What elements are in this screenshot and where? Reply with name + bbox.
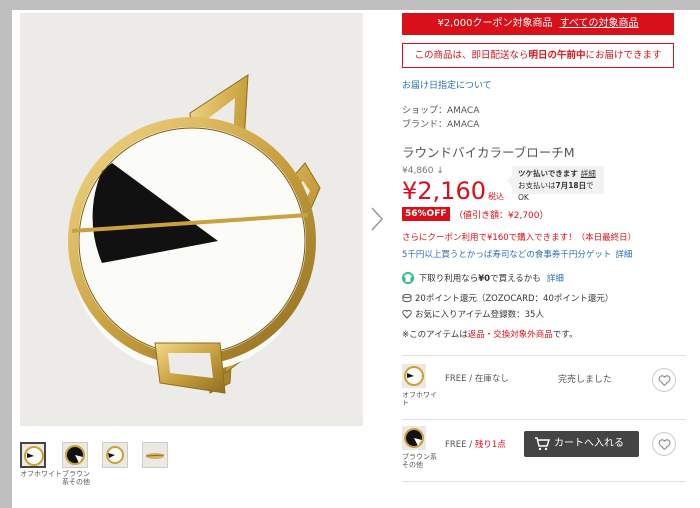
- thumbnail-angle-4[interactable]: [142, 442, 172, 468]
- heart-icon: [658, 375, 671, 387]
- delivery-suffix: にお届けできます: [585, 50, 662, 61]
- sku-row-offwhite: オフホワイト FREE / 在庫なし 完売しました: [402, 364, 692, 420]
- discount-amount: （値引き額：¥2,700）: [454, 211, 549, 221]
- thumbnail-caption: ブラウン系その他: [62, 470, 90, 486]
- coupon-note: さらにクーポン利用で¥160で購入できます！（本日最終日）: [402, 233, 637, 243]
- delivery-time: 明日の午前中: [528, 50, 586, 61]
- add-to-cart-button[interactable]: カートへ入れる: [524, 431, 639, 457]
- tsuke-detail-link[interactable]: 詳細: [581, 169, 596, 178]
- soldout-label: 完売しました: [558, 375, 613, 385]
- favorite-button[interactable]: [652, 368, 676, 392]
- coin-stack-icon: [402, 293, 412, 303]
- product-page: オフホワイト ブラウン系その他 ¥2,000クーポン対象商品 すべての対象商品 …: [12, 10, 700, 508]
- favorite-count-text: お気に入りアイテム登録数：35人: [415, 310, 544, 320]
- campaign-notice: 5千円以上買うとかっぱ寿司などの食事券千円分ゲット 詳細: [402, 248, 632, 260]
- shop-name[interactable]: ショップ：AMACA: [402, 103, 479, 116]
- tshirt-icon: [402, 272, 414, 284]
- sale-price: ¥2,160 税込: [402, 178, 504, 210]
- heart-icon: [658, 439, 671, 451]
- cart-icon: [535, 437, 550, 451]
- sku-stock-status: 残り1点: [474, 440, 506, 450]
- sku-size: FREE /: [445, 374, 475, 384]
- trade-in-notice: 下取り利用なら¥0で買えるかも 詳細: [402, 272, 564, 284]
- notice-return-link[interactable]: 返品・交換対象外商品: [468, 330, 553, 340]
- coupon-banner-text: ¥2,000クーポン対象商品: [437, 18, 553, 29]
- original-price: ¥4,860 ↓: [402, 166, 444, 176]
- thumbnail-image: [20, 442, 46, 468]
- trade-in-prefix: 下取り利用なら: [418, 274, 479, 284]
- brooch-illustration: [20, 13, 363, 426]
- sku-stock-status: 在庫なし: [474, 374, 509, 384]
- points-info: 20ポイント還元（ZOZOCARD：40ポイント還元）: [402, 292, 613, 304]
- thumbnail-strip: オフホワイト ブラウン系その他: [20, 442, 180, 502]
- delivery-date-link[interactable]: お届け日指定について: [402, 78, 492, 91]
- delivery-prefix: この商品は、即日配送なら: [414, 50, 529, 61]
- trade-in-price: ¥0: [478, 274, 491, 284]
- sku-color-label: オフホワイト: [402, 391, 437, 407]
- sku-thumbnail: [402, 364, 426, 388]
- thumbnail-image: [142, 442, 168, 468]
- sku-stock: FREE / 残り1点: [445, 438, 506, 450]
- trade-in-suffix: で買えるかも: [490, 274, 541, 284]
- tsuke-title: ツケ払いできます: [518, 169, 578, 178]
- campaign-detail-link[interactable]: 詳細: [615, 250, 632, 260]
- delivery-notice: この商品は、即日配送なら明日の午前中にお届けできます: [402, 43, 674, 68]
- return-notice: ※このアイテムは返品・交換対象外商品です。: [402, 328, 577, 340]
- points-text: 20ポイント還元（ZOZOCARD：40ポイント還元）: [415, 294, 614, 304]
- tsuke-pay-date: 7月18日: [555, 181, 587, 190]
- thumbnail-offwhite[interactable]: オフホワイト: [20, 442, 62, 478]
- product-title: ラウンドバイカラーブローチM: [402, 145, 575, 160]
- thumbnail-image: [102, 442, 128, 468]
- divider: [402, 355, 686, 356]
- thumbnail-angle-3[interactable]: [102, 442, 132, 468]
- brand-name[interactable]: ブランド：AMACA: [402, 117, 479, 130]
- tsuke-pay-prefix: お支払いは: [518, 181, 556, 190]
- all-coupon-items-link[interactable]: すべての対象商品: [560, 18, 639, 29]
- divider: [402, 481, 686, 482]
- cart-button-label: カートへ入れる: [554, 438, 624, 449]
- sku-row-brown: ブラウン系その他 FREE / 残り1点 カートへ入れる: [402, 426, 692, 482]
- tsuke-payment-tooltip: ツケ払いできます 詳細 お支払いは7月18日でOK: [507, 166, 604, 202]
- sku-stock: FREE / 在庫なし: [445, 372, 509, 384]
- campaign-text: 5千円以上買うとかっぱ寿司などの食事券千円分ゲット: [402, 250, 612, 260]
- coupon-banner[interactable]: ¥2,000クーポン対象商品 すべての対象商品: [402, 13, 674, 35]
- tax-label: 税込: [487, 192, 504, 201]
- main-product-image[interactable]: [20, 13, 363, 426]
- sku-color-label: ブラウン系その他: [402, 453, 437, 469]
- divider: [402, 419, 686, 420]
- thumbnail-caption: オフホワイト: [20, 470, 62, 478]
- thumbnail-brown[interactable]: ブラウン系その他: [62, 442, 92, 486]
- trade-in-detail-link[interactable]: 詳細: [547, 274, 564, 284]
- thumbnail-image: [62, 442, 88, 468]
- favorite-count: お気に入りアイテム登録数：35人: [402, 308, 544, 320]
- notice-prefix: ※このアイテムは: [402, 330, 468, 340]
- discount-badge: 56%OFF: [402, 207, 450, 221]
- next-image-arrow[interactable]: [366, 205, 390, 233]
- price-value: ¥2,160: [402, 177, 486, 205]
- notice-suffix: です。: [552, 330, 578, 340]
- chevron-right-icon: [371, 207, 384, 231]
- heart-icon: [402, 309, 412, 319]
- sku-thumbnail: [402, 426, 426, 450]
- sku-size: FREE /: [445, 440, 475, 450]
- favorite-button[interactable]: [652, 432, 676, 456]
